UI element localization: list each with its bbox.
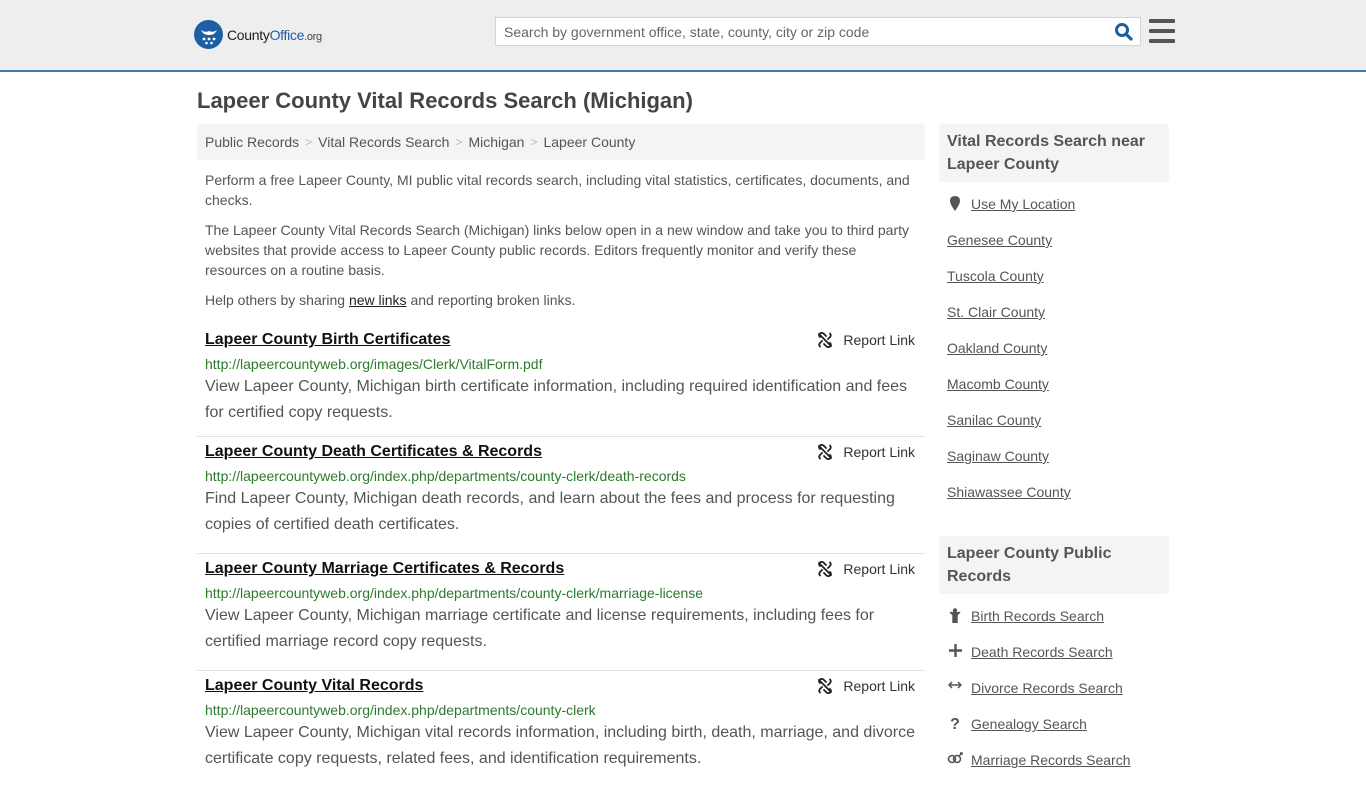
results-list: Lapeer County Birth Certificates Report …	[197, 325, 925, 788]
county-link-saginaw[interactable]: Saginaw County	[947, 448, 1049, 464]
intro-text: Perform a free Lapeer County, MI public …	[205, 170, 917, 320]
hamburger-menu-icon[interactable]	[1149, 19, 1175, 43]
broken-link-icon	[818, 678, 833, 694]
result-item: Lapeer County Birth Certificates Report …	[197, 325, 925, 437]
sidebar-nearby: Vital Records Search near Lapeer County …	[939, 124, 1169, 520]
new-links-link[interactable]: new links	[349, 292, 407, 308]
county-link-sanilac[interactable]: Sanilac County	[947, 412, 1041, 428]
logo-text: CountyOffice.org	[227, 26, 322, 43]
marriage-records-search-link[interactable]: Marriage Records Search	[971, 752, 1131, 768]
breadcrumb: Public Records > Vital Records Search > …	[197, 124, 925, 160]
result-item: Lapeer County Marriage Certificates & Re…	[197, 554, 925, 671]
search-button[interactable]	[1106, 18, 1140, 45]
site-logo[interactable]: CountyOffice.org	[194, 20, 322, 49]
breadcrumb-michigan[interactable]: Michigan	[468, 134, 524, 150]
public-record-item: Birth Records Search	[947, 608, 1169, 644]
intro-paragraph-3: Help others by sharing new links and rep…	[205, 292, 576, 308]
result-title-link[interactable]: Lapeer County Marriage Certificates & Re…	[205, 559, 564, 579]
arrows-horizontal-icon	[947, 680, 963, 690]
death-records-search-link[interactable]: Death Records Search	[971, 644, 1113, 660]
page-title: Lapeer County Vital Records Search (Mich…	[197, 88, 693, 113]
result-url: http://lapeercountyweb.org/images/Clerk/…	[205, 356, 543, 372]
search-input[interactable]	[496, 18, 1106, 45]
county-link-oakland[interactable]: Oakland County	[947, 340, 1047, 356]
breadcrumb-public-records[interactable]: Public Records	[205, 134, 299, 150]
eagle-logo-icon	[194, 20, 223, 49]
broken-link-icon	[818, 332, 833, 348]
nearby-county-item: Sanilac County	[947, 412, 1169, 448]
nearby-county-item: Tuscola County	[947, 268, 1169, 304]
result-title-link[interactable]: Lapeer County Birth Certificates	[205, 330, 450, 350]
nearby-county-item: Shiawassee County	[947, 484, 1169, 520]
nearby-county-item: St. Clair County	[947, 304, 1169, 340]
breadcrumb-vital-records-search[interactable]: Vital Records Search	[318, 134, 449, 150]
county-link-tuscola[interactable]: Tuscola County	[947, 268, 1044, 284]
sidebar-nearby-heading: Vital Records Search near Lapeer County	[939, 124, 1169, 182]
public-record-item: Death Records Search	[947, 644, 1169, 680]
nearby-county-item: Saginaw County	[947, 448, 1169, 484]
sidebar-public-records: Lapeer County Public Records Birth Recor…	[939, 536, 1169, 788]
report-link-button[interactable]: Report Link	[817, 561, 915, 577]
report-link-button[interactable]: Report Link	[817, 678, 915, 694]
use-my-location-link[interactable]: Use My Location	[971, 196, 1075, 212]
divorce-records-search-link[interactable]: Divorce Records Search	[971, 680, 1123, 696]
birth-icon	[947, 608, 963, 623]
report-link-button[interactable]: Report Link	[817, 444, 915, 460]
broken-link-icon	[818, 444, 833, 460]
nearby-county-item: Oakland County	[947, 340, 1169, 376]
plus-icon	[947, 644, 963, 657]
breadcrumb-lapeer-county[interactable]: Lapeer County	[543, 134, 635, 150]
public-record-item: Divorce Records Search	[947, 680, 1169, 716]
marriage-icon	[947, 752, 963, 764]
nearby-list: Use My Location Genesee County Tuscola C…	[939, 196, 1169, 520]
county-link-shiawassee[interactable]: Shiawassee County	[947, 484, 1071, 500]
county-link-st-clair[interactable]: St. Clair County	[947, 304, 1045, 320]
county-link-genesee[interactable]: Genesee County	[947, 232, 1052, 248]
question-icon: ?	[950, 716, 960, 733]
result-description: Find Lapeer County, Michigan death recor…	[205, 490, 895, 533]
result-item: Lapeer County Vital Records Report Link …	[197, 671, 925, 788]
intro-paragraph-2: The Lapeer County Vital Records Search (…	[205, 222, 910, 278]
public-record-item: Marriage Records Search	[947, 752, 1169, 788]
breadcrumb-separator: >	[455, 135, 463, 149]
intro-paragraph-1: Perform a free Lapeer County, MI public …	[205, 172, 910, 208]
genealogy-search-link[interactable]: Genealogy Search	[971, 716, 1087, 732]
result-description: View Lapeer County, Michigan marriage ce…	[205, 607, 875, 650]
county-link-macomb[interactable]: Macomb County	[947, 376, 1049, 392]
result-description: View Lapeer County, Michigan vital recor…	[205, 724, 915, 767]
birth-records-search-link[interactable]: Birth Records Search	[971, 608, 1104, 624]
search-bar	[495, 17, 1141, 46]
sidebar-public-records-heading: Lapeer County Public Records	[939, 536, 1169, 594]
site-header: CountyOffice.org	[0, 0, 1366, 72]
public-record-item: ? Genealogy Search	[947, 716, 1169, 752]
breadcrumb-separator: >	[305, 135, 313, 149]
map-marker-icon	[947, 196, 963, 211]
result-item: Lapeer County Death Certificates & Recor…	[197, 437, 925, 554]
result-title-link[interactable]: Lapeer County Vital Records	[205, 676, 423, 696]
search-icon	[1114, 23, 1133, 41]
use-location-item: Use My Location	[947, 196, 1169, 232]
result-url: http://lapeercountyweb.org/index.php/dep…	[205, 468, 686, 484]
nearby-county-item: Macomb County	[947, 376, 1169, 412]
result-title-link[interactable]: Lapeer County Death Certificates & Recor…	[205, 442, 542, 462]
breadcrumb-separator: >	[530, 135, 538, 149]
broken-link-icon	[818, 561, 833, 577]
report-link-button[interactable]: Report Link	[817, 332, 915, 348]
result-url: http://lapeercountyweb.org/index.php/dep…	[205, 585, 704, 601]
result-url: http://lapeercountyweb.org/index.php/dep…	[205, 702, 596, 718]
public-records-list: Birth Records Search Death Records Searc…	[939, 608, 1169, 788]
nearby-county-item: Genesee County	[947, 232, 1169, 268]
result-description: View Lapeer County, Michigan birth certi…	[205, 378, 908, 421]
